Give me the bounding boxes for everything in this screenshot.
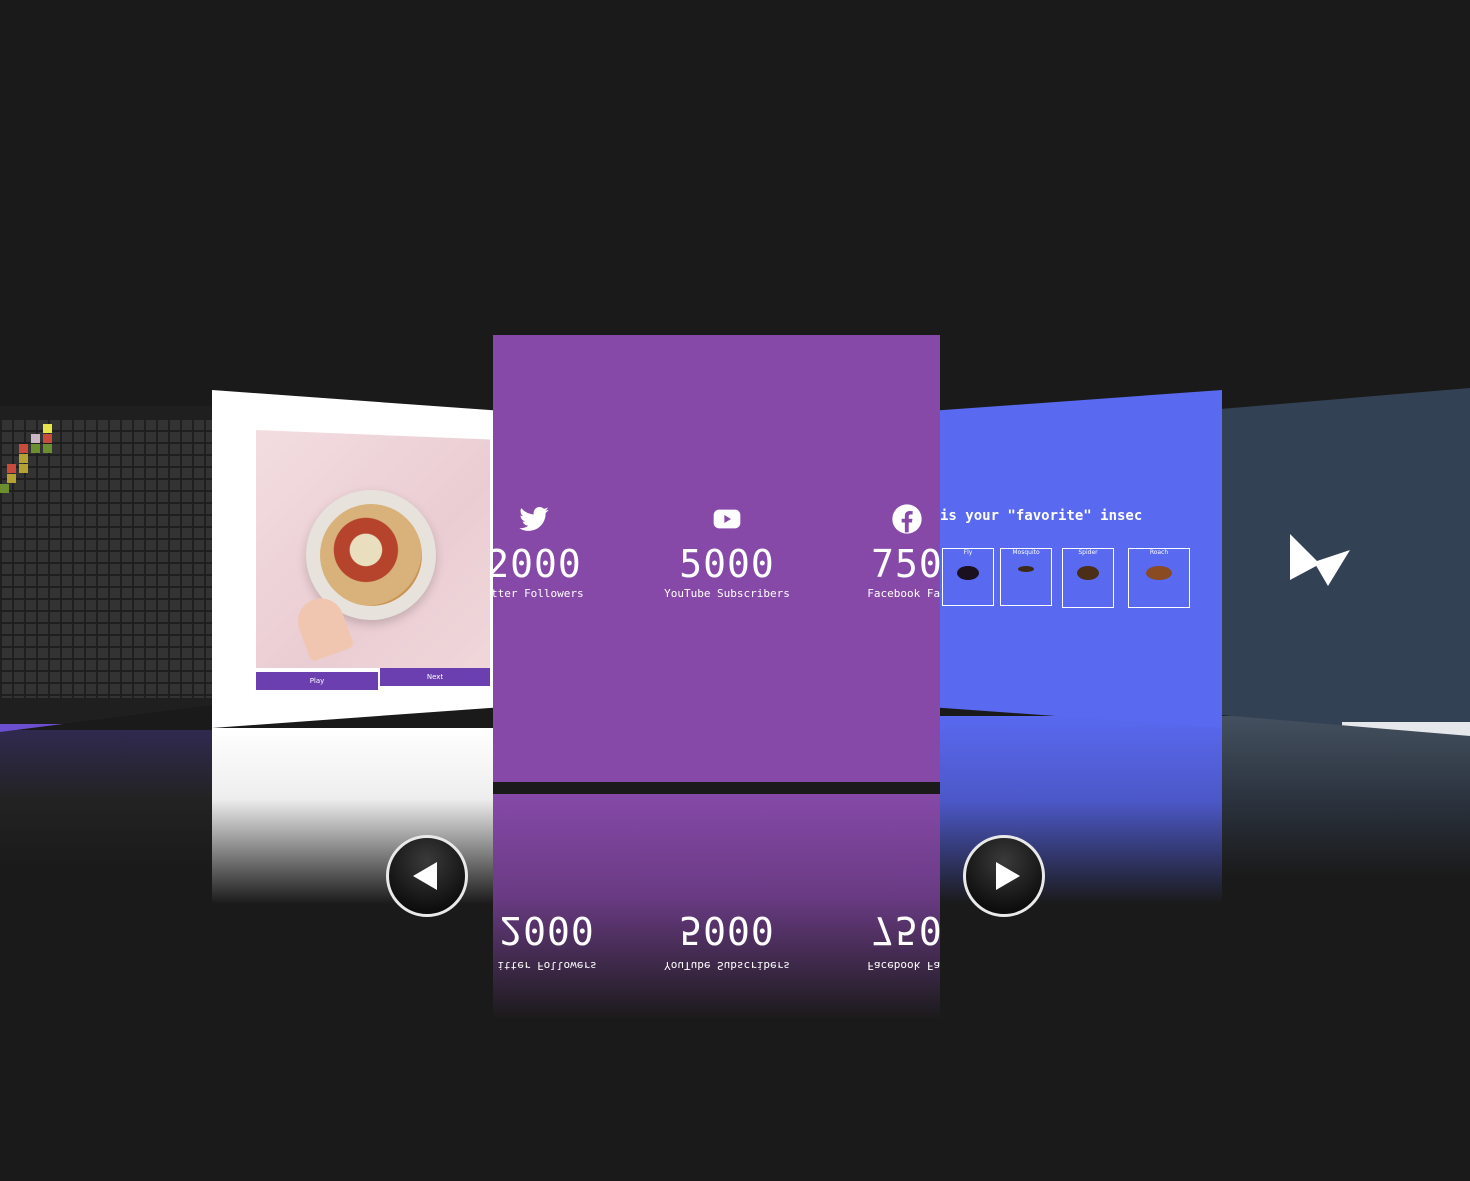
- pixel-green: [43, 444, 52, 453]
- grid-card-reflection: [0, 730, 212, 870]
- insect-option-label: Roach: [1149, 549, 1169, 556]
- dark-card-reflection: [1222, 716, 1470, 876]
- pixel-red: [43, 434, 52, 443]
- youtube-icon: [713, 509, 741, 529]
- youtube-label: YouTube Subscribers: [664, 587, 790, 600]
- pixel-olive: [19, 454, 28, 463]
- carousel-card-social-stats[interactable]: 2000 itter Followers 5000 YouTube Subscr…: [493, 335, 940, 782]
- stat-twitter: 2000 itter Followers: [493, 503, 624, 600]
- pixel-green: [0, 484, 9, 493]
- pizza-play-button[interactable]: Play: [256, 672, 378, 690]
- insect-option[interactable]: Fly: [942, 548, 994, 606]
- pizza-photo: [256, 430, 490, 668]
- pizza: [320, 504, 422, 606]
- twitter-icon: [519, 507, 549, 531]
- next-slide-button[interactable]: [963, 835, 1045, 917]
- twitter-label: itter Followers: [493, 587, 584, 600]
- pixel-red: [19, 444, 28, 453]
- reflected-stat-label: YouTube Subscribers: [664, 959, 790, 972]
- pixel-yellow: [43, 424, 52, 433]
- insect-option[interactable]: Mosquito: [1000, 548, 1052, 606]
- stat-youtube: 5000 YouTube Subscribers: [637, 503, 817, 600]
- facebook-label: Facebook Fan: [867, 587, 940, 600]
- reflected-stat: Facebook Fan 750: [817, 907, 940, 972]
- carousel-card-pizza[interactable]: Play Next: [212, 390, 493, 728]
- roach-icon: [1146, 566, 1172, 580]
- reflected-stat-label: itter Followers: [497, 959, 597, 972]
- mosquito-icon: [1018, 566, 1034, 572]
- facebook-icon: [892, 504, 922, 534]
- pixel-olive: [19, 464, 28, 473]
- insect-option-label: Fly: [963, 549, 973, 556]
- previous-slide-button[interactable]: [386, 835, 468, 917]
- chevron-right-icon: [996, 862, 1020, 890]
- reflected-stat: YouTube Subscribers 5000: [637, 907, 817, 972]
- insect-option[interactable]: Spider: [1062, 548, 1114, 608]
- insect-option[interactable]: Roach: [1128, 548, 1190, 608]
- pixel-red: [7, 464, 16, 473]
- insect-option-label: Mosquito: [1012, 549, 1040, 556]
- insect-option-label: Spider: [1078, 549, 1098, 556]
- carousel-card-pixel-grid[interactable]: [0, 406, 212, 732]
- carousel: itter Followers 2000 YouTube Subscribers…: [0, 0, 1470, 1181]
- reflected-stat-number: 2000: [499, 908, 595, 952]
- stat-facebook: 750 Facebook Fan: [817, 503, 940, 600]
- insect-quiz-title: is your "favorite" insec: [940, 508, 1143, 524]
- twitter-count: 2000: [493, 542, 582, 586]
- reflected-stat-label: Facebook Fan: [867, 959, 940, 972]
- pixel-grid: [0, 418, 212, 698]
- pixel-olive: [7, 474, 16, 483]
- youtube-count: 5000: [679, 542, 775, 586]
- carousel-card-insect-quiz[interactable]: is your "favorite" insec Fly Mosquito Sp…: [940, 390, 1222, 728]
- pixel-green: [31, 444, 40, 453]
- fly-icon: [957, 566, 979, 580]
- pizza-next-button[interactable]: Next: [380, 668, 490, 686]
- social-card-reflection: itter Followers 2000 YouTube Subscribers…: [493, 794, 940, 1020]
- facebook-count: 750: [871, 542, 940, 586]
- carousel-card-dark-logo[interactable]: [1222, 388, 1470, 736]
- pixel-pink: [31, 434, 40, 443]
- reflected-stat: itter Followers 2000: [493, 907, 637, 972]
- spider-icon: [1077, 566, 1099, 580]
- reflected-stat-number: 5000: [679, 908, 775, 952]
- bowtie-logo-icon: [1290, 534, 1350, 586]
- chevron-left-icon: [413, 862, 437, 890]
- reflected-stat-number: 750: [871, 908, 940, 952]
